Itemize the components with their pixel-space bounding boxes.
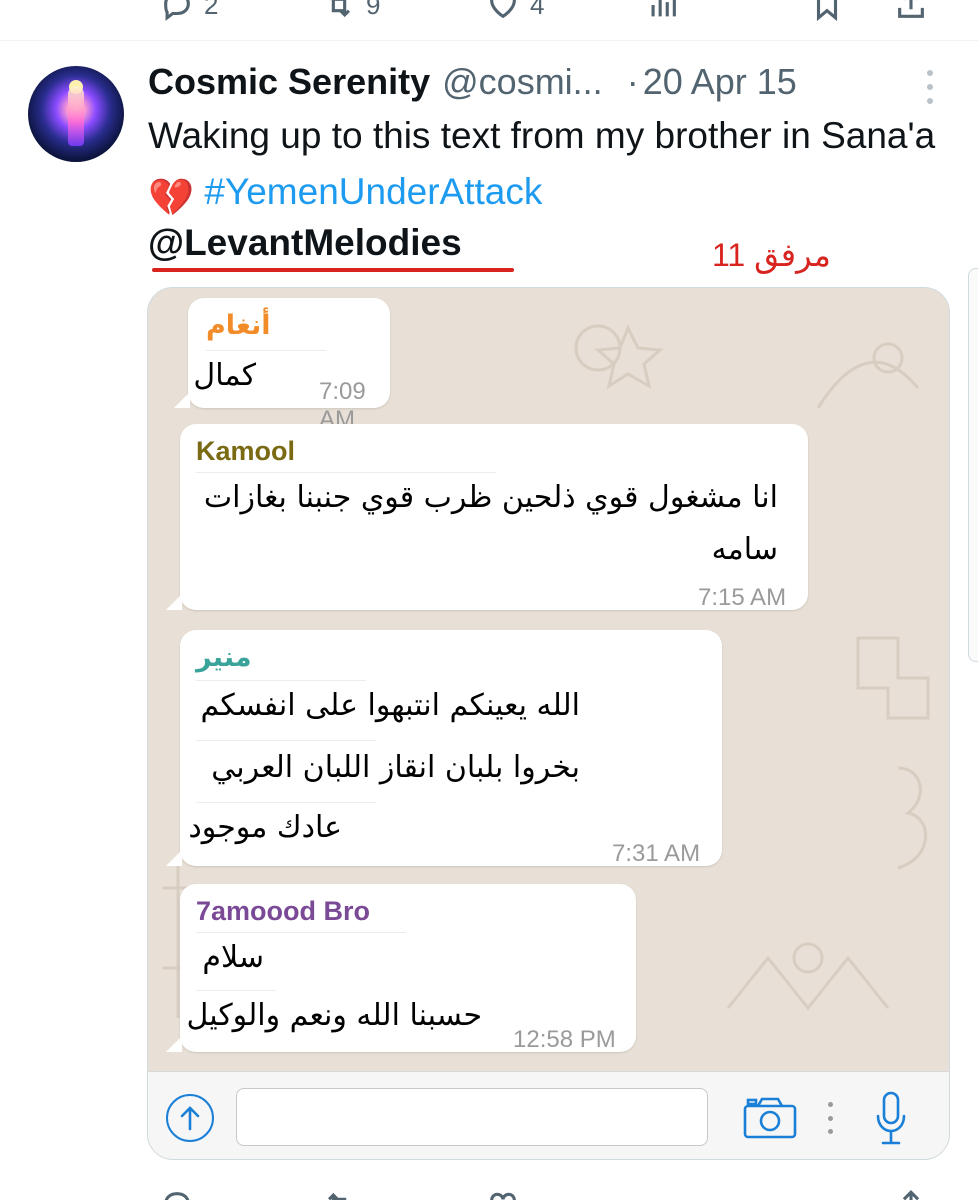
- retweet-icon: [329, 0, 351, 18]
- chat-message[interactable]: أنغام كمال 7:09 AM: [174, 298, 390, 433]
- message-time: 12:58 PM: [513, 1026, 616, 1053]
- hashtag-link[interactable]: #YemenUnderAttack: [204, 171, 542, 212]
- retweet-count: 9: [366, 0, 381, 20]
- message-sender: أنغام: [206, 310, 271, 340]
- tweet-text-body: Waking up to this text from my brother i…: [148, 115, 936, 156]
- mention-link[interactable]: @LevantMelodies: [148, 222, 462, 264]
- camera-icon[interactable]: [742, 1096, 798, 1140]
- doodle-decoration: [726, 942, 890, 1011]
- like-button[interactable]: 4: [486, 0, 544, 22]
- message-sender: منير: [196, 642, 252, 672]
- previous-tweet-actions: 2 9 4: [0, 0, 978, 22]
- retweet-button[interactable]: 9: [322, 0, 380, 22]
- message-line: انا مشغول قوي ذلحين ظرب قوي جنبنا بغازات: [203, 480, 778, 515]
- more-dots-icon[interactable]: [826, 1102, 834, 1134]
- tweet-text: Waking up to this text from my brother i…: [148, 108, 938, 226]
- tweet-divider: [0, 40, 978, 41]
- chat-background: أنغام كمال 7:09 AM Kamool انا مشغول قوي …: [148, 288, 949, 1071]
- microphone-icon[interactable]: [874, 1090, 908, 1146]
- line-divider: [196, 802, 376, 803]
- doodle-decoration: [897, 766, 928, 870]
- chat-message[interactable]: منير الله يعينكم انتبهوا على انفسكم بخرو…: [166, 630, 722, 867]
- reply-icon: [164, 0, 190, 21]
- message-time: 7:31 AM: [612, 840, 701, 867]
- attachment-label: مرفق 11: [712, 237, 831, 273]
- message-line: كمال: [193, 358, 256, 393]
- like-icon: [490, 0, 516, 19]
- author-handle[interactable]: @cosmi...: [442, 61, 603, 103]
- share-icon: [898, 0, 924, 18]
- author-name[interactable]: Cosmic Serenity: [148, 61, 430, 103]
- retweet-button[interactable]: [322, 1188, 356, 1200]
- views-icon: [651, 0, 676, 17]
- reply-count: 2: [204, 0, 219, 20]
- tweet-header: Cosmic Serenity @cosmi... · 20 Apr 15: [148, 58, 797, 106]
- more-options-icon[interactable]: [920, 70, 940, 104]
- message-line: سلام: [202, 940, 264, 975]
- line-divider: [196, 990, 276, 991]
- message-line: سامه: [711, 532, 778, 567]
- message-time: 7:15 AM: [698, 584, 787, 611]
- sender-divider: [206, 350, 326, 351]
- message-sender: Kamool: [196, 436, 296, 466]
- share-icon: [902, 1190, 920, 1200]
- reply-icon: [164, 1192, 190, 1200]
- tweet-media-image[interactable]: أنغام كمال 7:09 AM Kamool انا مشغول قوي …: [147, 287, 950, 1160]
- header-separator: ·: [626, 61, 639, 102]
- reply-button[interactable]: 2: [160, 0, 218, 22]
- views-button[interactable]: [646, 0, 680, 22]
- message-input[interactable]: [236, 1088, 708, 1146]
- sender-divider: [196, 680, 366, 681]
- avatar-figure-shape: [68, 86, 84, 146]
- like-button[interactable]: [486, 1188, 520, 1200]
- doodle-decoration: [574, 324, 664, 390]
- upload-icon[interactable]: [166, 1094, 214, 1142]
- share-button[interactable]: [894, 1188, 928, 1200]
- doodle-decoration: [816, 342, 920, 409]
- sender-divider: [196, 932, 406, 933]
- tweet-actions: [0, 1188, 978, 1200]
- doodle-decoration: [856, 636, 930, 720]
- side-panel-edge: [968, 268, 978, 662]
- chat-message[interactable]: Kamool انا مشغول قوي ذلحين ظرب قوي جنبنا…: [166, 424, 808, 611]
- bookmark-icon: [816, 0, 838, 22]
- red-underline-annotation: [152, 268, 514, 272]
- message-line: بخروا بلبان انقاز اللبان العربي: [211, 750, 580, 785]
- line-divider: [196, 740, 376, 741]
- broken-heart-emoji: 💔: [148, 177, 195, 218]
- avatar[interactable]: [28, 66, 124, 162]
- share-button[interactable]: [894, 0, 928, 22]
- message-line: حسبنا الله ونعم والوكيل: [186, 998, 482, 1033]
- sender-divider: [196, 472, 496, 473]
- retweet-icon: [327, 1192, 347, 1200]
- tweet-date[interactable]: 20 Apr 15: [643, 61, 797, 103]
- message-line: عادك موجود: [188, 810, 342, 845]
- bookmark-button[interactable]: [810, 0, 844, 22]
- chat-input-bar: [148, 1071, 949, 1159]
- chat-message[interactable]: 7amoood Bro سلام حسبنا الله ونعم والوكيل…: [166, 884, 636, 1053]
- like-icon: [490, 1192, 516, 1200]
- message-sender: 7amoood Bro: [196, 896, 371, 926]
- like-count: 4: [530, 0, 545, 20]
- reply-button[interactable]: [160, 1188, 194, 1200]
- message-line: الله يعينكم انتبهوا على انفسكم: [200, 688, 580, 723]
